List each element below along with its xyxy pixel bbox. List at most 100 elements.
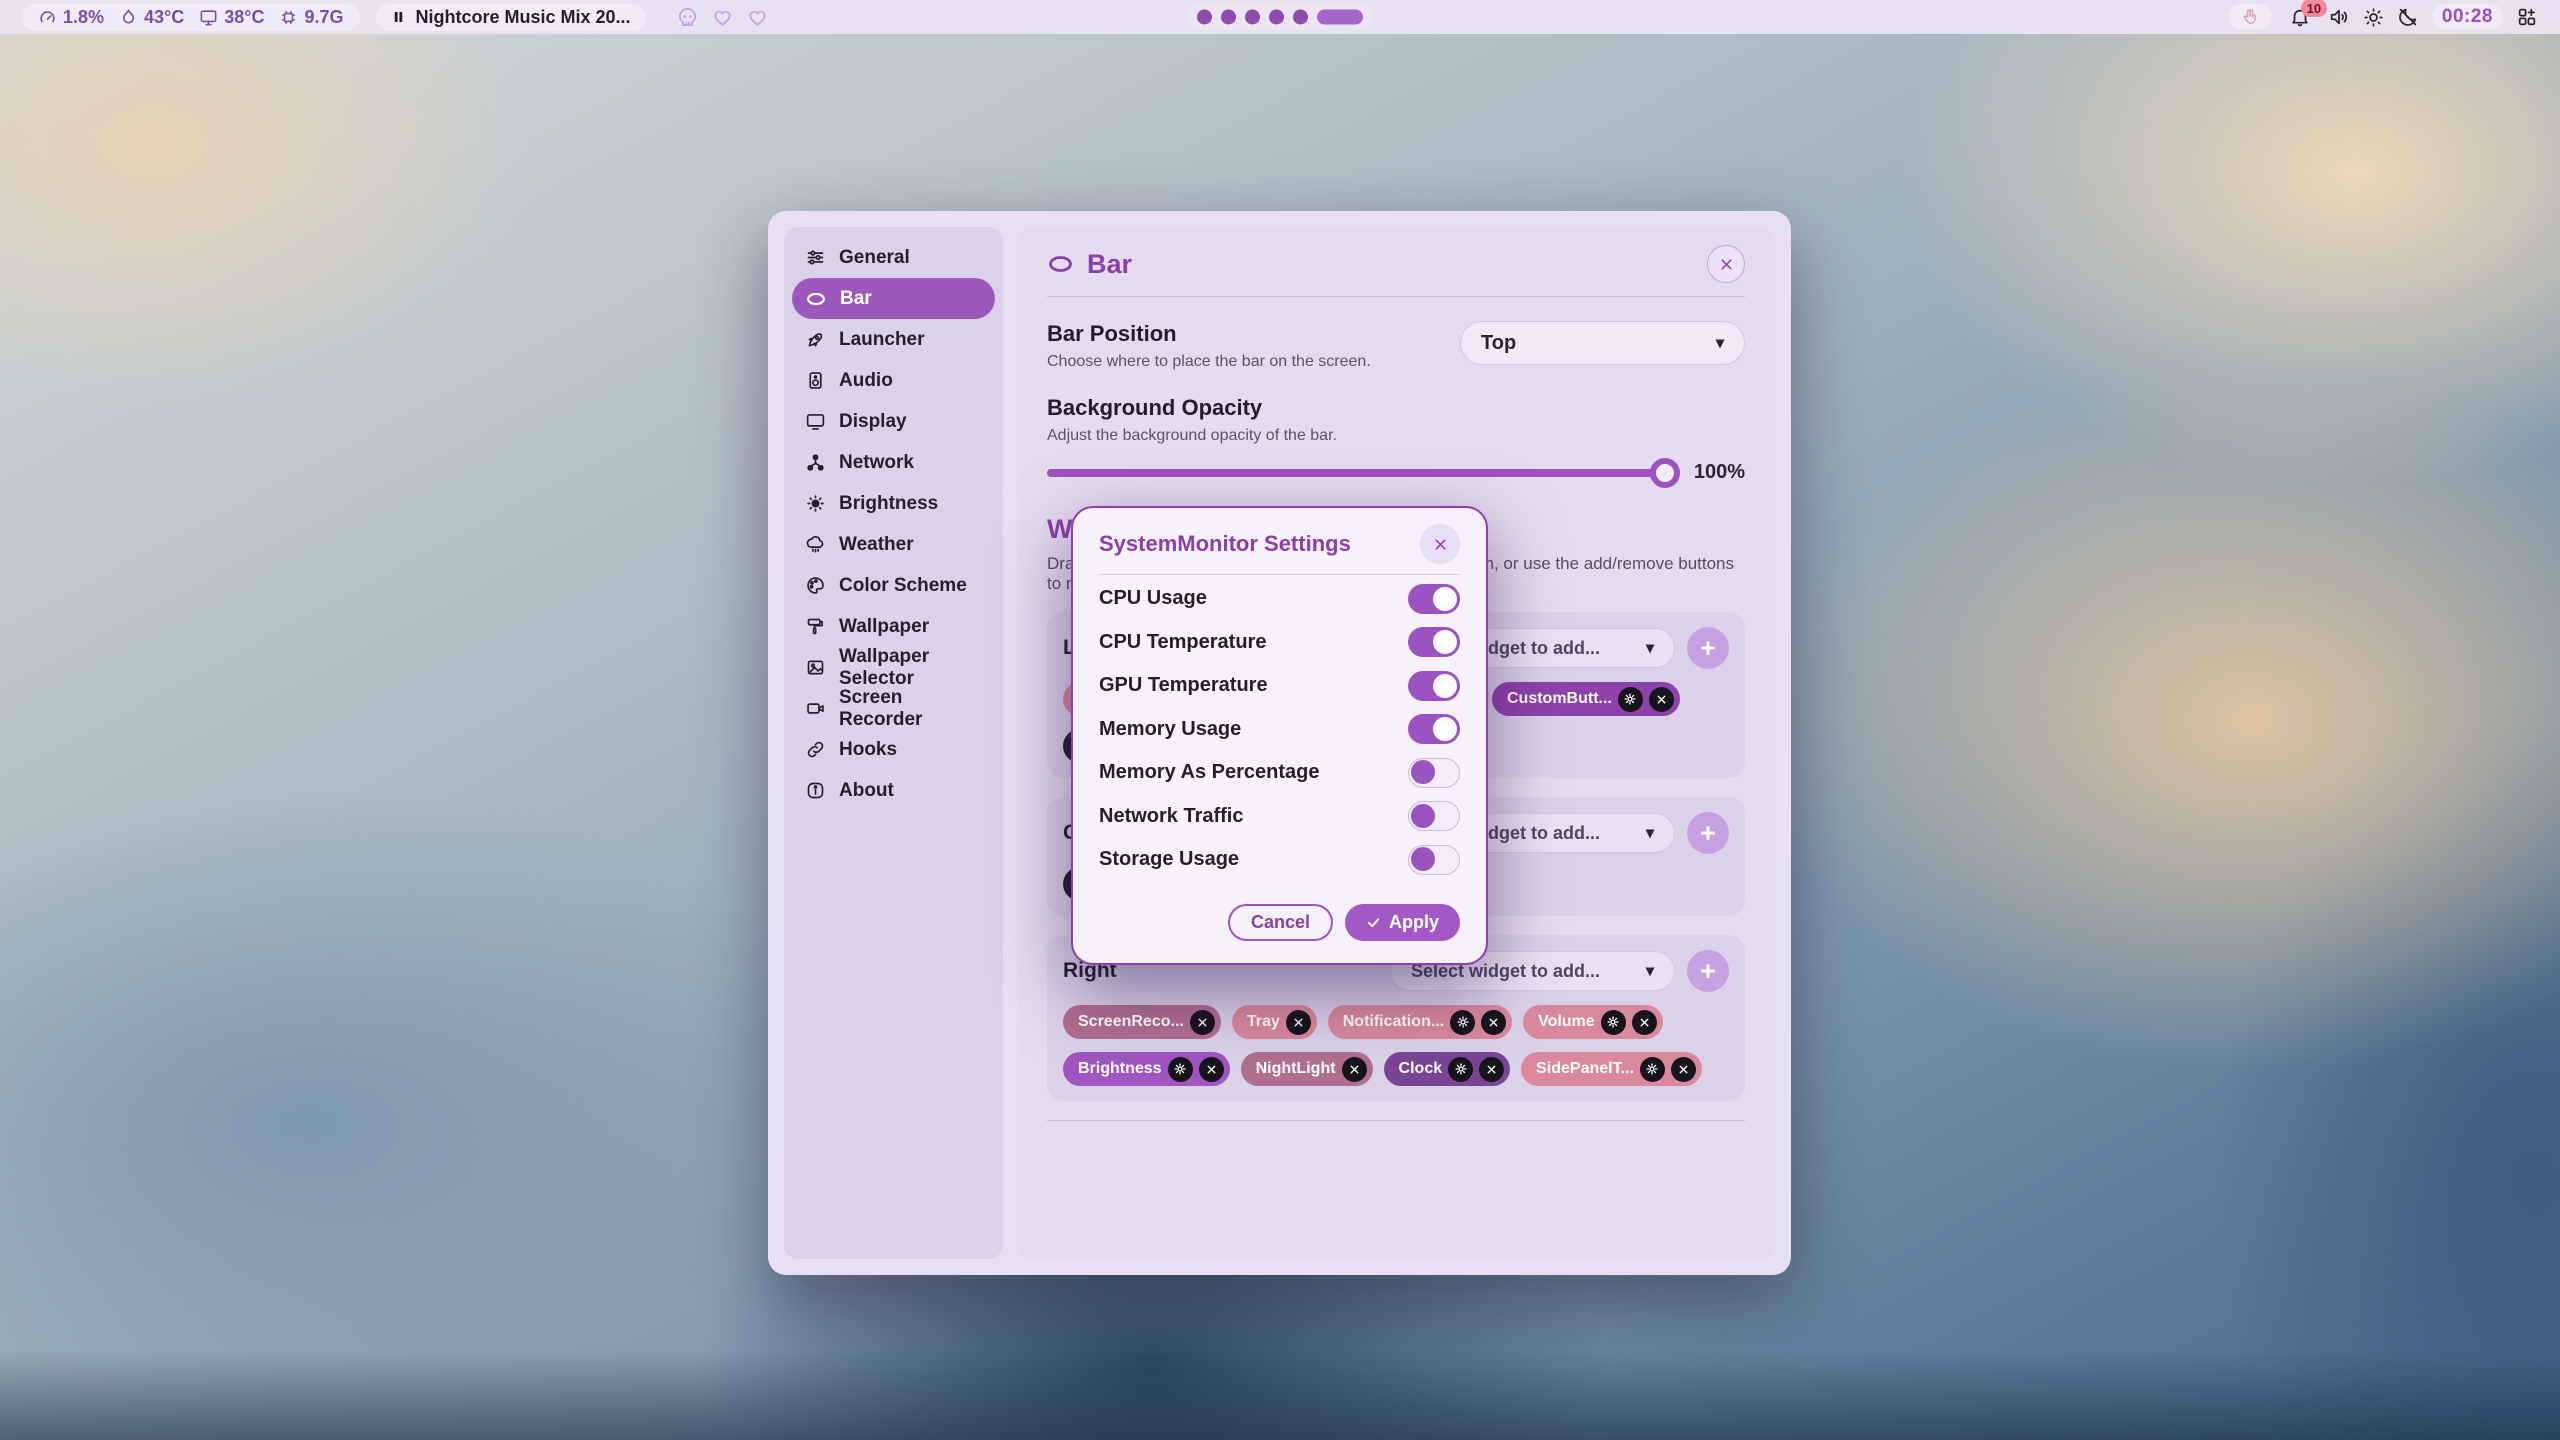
speaker-box-icon xyxy=(805,370,826,391)
gear-icon[interactable] xyxy=(1618,687,1643,712)
gear-icon[interactable] xyxy=(1601,1010,1626,1035)
left-add-widget-button[interactable]: + xyxy=(1687,627,1729,669)
remove-icon[interactable] xyxy=(1190,1010,1215,1035)
chevron-down-icon: ▾ xyxy=(1716,333,1724,353)
cancel-button[interactable]: Cancel xyxy=(1228,904,1333,941)
system-stats-pill[interactable]: 1.8% 43°C 38°C 9.7G xyxy=(22,4,360,31)
gear-icon[interactable] xyxy=(1168,1057,1193,1082)
center-add-widget-button[interactable]: + xyxy=(1687,812,1729,854)
toggle-row-storage-usage: Storage Usage xyxy=(1099,838,1460,882)
widget-chip-custombutton[interactable]: CustomButt... xyxy=(1492,682,1680,716)
widget-chip-volume[interactable]: Volume xyxy=(1523,1005,1663,1039)
memory-percent-toggle[interactable] xyxy=(1408,758,1460,788)
chevron-down-icon: ▾ xyxy=(1646,823,1654,843)
workspace-indicator[interactable] xyxy=(1186,4,1374,31)
remove-icon[interactable] xyxy=(1479,1057,1504,1082)
media-title: Nightcore Music Mix 20... xyxy=(416,7,631,28)
volume-button[interactable] xyxy=(2328,6,2350,28)
palette-icon xyxy=(805,575,826,596)
toggle-row-gpu-temperature: GPU Temperature xyxy=(1099,664,1460,708)
sidebar-item-general[interactable]: General xyxy=(792,237,995,278)
sidebar-item-screen-recorder[interactable]: Screen Recorder xyxy=(792,688,995,729)
skull-icon[interactable] xyxy=(676,6,699,29)
opacity-value: 100% xyxy=(1694,461,1745,484)
link-icon xyxy=(805,739,826,760)
image-icon xyxy=(805,657,826,678)
widget-chip-sidepanel[interactable]: SidePanelT... xyxy=(1521,1052,1702,1086)
sidebar-item-brightness[interactable]: Brightness xyxy=(792,483,995,524)
background-opacity-label: Background Opacity xyxy=(1047,395,1745,421)
heart-icon[interactable] xyxy=(746,6,769,29)
gear-icon[interactable] xyxy=(1448,1057,1473,1082)
network-traffic-toggle[interactable] xyxy=(1408,801,1460,831)
sidebar-item-display[interactable]: Display xyxy=(792,401,995,442)
gear-icon[interactable] xyxy=(1640,1057,1665,1082)
gear-icon[interactable] xyxy=(1450,1010,1475,1035)
sidebar-item-wallpaper[interactable]: Wallpaper xyxy=(792,606,995,647)
memory-usage-toggle[interactable] xyxy=(1408,714,1460,744)
remove-icon[interactable] xyxy=(1481,1010,1506,1035)
dashboard-button[interactable] xyxy=(2516,6,2538,28)
tray-app-button[interactable] xyxy=(2228,4,2272,30)
widget-chip-nightlight[interactable]: NightLight xyxy=(1241,1052,1373,1086)
widget-chip-tray[interactable]: Tray xyxy=(1232,1005,1317,1039)
gpu-temperature-toggle[interactable] xyxy=(1408,671,1460,701)
bar-position-description: Choose where to place the bar on the scr… xyxy=(1047,353,1371,371)
remove-icon[interactable] xyxy=(1342,1057,1367,1082)
moon-off-icon xyxy=(2397,6,2419,28)
apply-button[interactable]: Apply xyxy=(1345,904,1460,941)
speaker-icon xyxy=(2328,6,2350,28)
right-add-widget-button[interactable]: + xyxy=(1687,950,1729,992)
widget-chip-screenrecorder[interactable]: ScreenReco... xyxy=(1063,1005,1221,1039)
bar-position-select[interactable]: Top ▾ xyxy=(1460,321,1745,365)
cpu-usage-toggle[interactable] xyxy=(1408,584,1460,614)
widget-chip-clock[interactable]: Clock xyxy=(1384,1052,1511,1086)
modal-close-button[interactable] xyxy=(1420,524,1460,564)
modal-title: SystemMonitor Settings xyxy=(1099,531,1351,557)
sun-icon xyxy=(2363,7,2384,28)
workspace-active-pill[interactable] xyxy=(1317,10,1363,25)
media-player-pill[interactable]: Nightcore Music Mix 20... xyxy=(376,4,646,31)
cpu-temperature-toggle[interactable] xyxy=(1408,627,1460,657)
night-light-button[interactable] xyxy=(2397,6,2419,28)
brightness-button[interactable] xyxy=(2363,7,2384,28)
sidebar-item-audio[interactable]: Audio xyxy=(792,360,995,401)
notifications-button[interactable]: 10 xyxy=(2285,6,2315,28)
info-icon xyxy=(805,780,826,801)
remove-icon[interactable] xyxy=(1671,1057,1696,1082)
chip-icon xyxy=(279,8,298,27)
workspace-dot[interactable] xyxy=(1221,10,1236,25)
heart-icon[interactable] xyxy=(711,6,734,29)
workspace-dot[interactable] xyxy=(1293,10,1308,25)
workspace-dot[interactable] xyxy=(1269,10,1284,25)
page-title: Bar xyxy=(1087,249,1132,280)
sidebar-item-launcher[interactable]: Launcher xyxy=(792,319,995,360)
opacity-slider[interactable] xyxy=(1047,469,1676,477)
toggle-row-network-traffic: Network Traffic xyxy=(1099,795,1460,839)
sidebar-item-hooks[interactable]: Hooks xyxy=(792,729,995,770)
workspace-dot[interactable] xyxy=(1245,10,1260,25)
sidebar-item-color-scheme[interactable]: Color Scheme xyxy=(792,565,995,606)
network-icon xyxy=(805,452,826,473)
sidebar-item-bar[interactable]: Bar xyxy=(792,278,995,319)
remove-icon[interactable] xyxy=(1199,1057,1224,1082)
toggle-row-memory-percent: Memory As Percentage xyxy=(1099,751,1460,795)
sidebar-item-network[interactable]: Network xyxy=(792,442,995,483)
cpu-usage-stat: 1.8% xyxy=(38,7,104,28)
panel-close-button[interactable] xyxy=(1707,245,1745,283)
remove-icon[interactable] xyxy=(1649,687,1674,712)
sidebar-item-about[interactable]: About xyxy=(792,770,995,811)
storage-usage-toggle[interactable] xyxy=(1408,845,1460,875)
remove-icon[interactable] xyxy=(1632,1010,1657,1035)
opacity-slider-knob[interactable] xyxy=(1650,458,1680,488)
widget-chip-notification[interactable]: Notification... xyxy=(1328,1005,1512,1039)
workspace-dot[interactable] xyxy=(1197,10,1212,25)
remove-icon[interactable] xyxy=(1286,1010,1311,1035)
toggle-row-cpu-usage: CPU Usage xyxy=(1099,577,1460,621)
widget-chip-brightness[interactable]: Brightness xyxy=(1063,1052,1230,1086)
sidebar-item-weather[interactable]: Weather xyxy=(792,524,995,565)
sidebar-item-wallpaper-selector[interactable]: Wallpaper Selector xyxy=(792,647,995,688)
clock-widget[interactable]: 00:28 xyxy=(2432,4,2503,30)
close-icon xyxy=(1718,256,1735,273)
toggle-row-memory-usage: Memory Usage xyxy=(1099,708,1460,752)
